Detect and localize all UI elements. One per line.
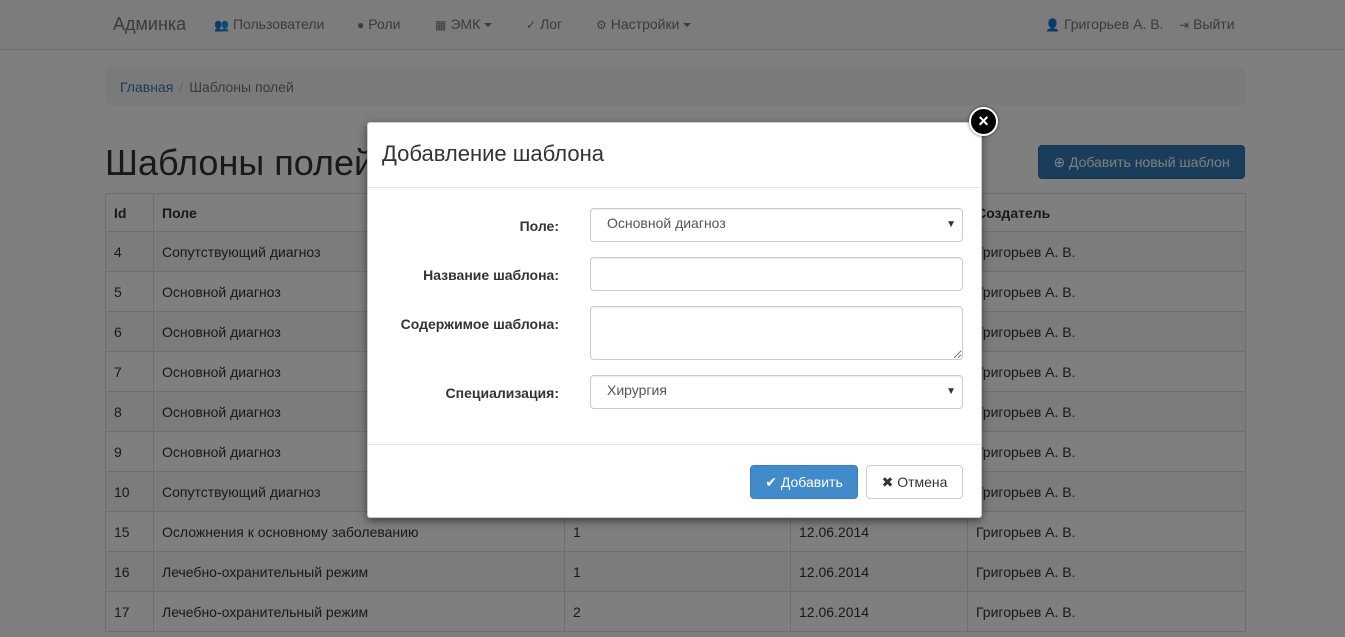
content-label: Содержимое шаблона: <box>400 316 559 332</box>
cancel-button[interactable]: ✖ Отмена <box>866 465 963 499</box>
field-select-value: Основной диагноз <box>607 215 726 231</box>
template-name-input[interactable] <box>590 257 963 291</box>
specialization-select-value: Хирургия <box>607 382 667 398</box>
dropdown-arrow-icon: ▼ <box>946 386 956 397</box>
field-select[interactable]: Основной диагноз ▼ <box>590 208 963 242</box>
modal-close-icon[interactable]: × <box>969 107 998 136</box>
specialization-select[interactable]: Хирургия ▼ <box>590 375 963 409</box>
modal-title: Добавление шаблона <box>382 141 604 166</box>
name-label: Название шаблона: <box>423 267 559 283</box>
modal-header: Добавление шаблона <box>368 123 981 188</box>
add-button[interactable]: ✔ Добавить <box>750 465 858 499</box>
close-icon: ✖ <box>881 473 894 490</box>
check-icon: ✔ <box>765 473 777 490</box>
modal-footer: ✔ Добавить ✖ Отмена <box>368 444 981 518</box>
cancel-button-label: Отмена <box>897 473 948 490</box>
spec-label: Специализация: <box>445 385 559 401</box>
add-button-label: Добавить <box>780 473 843 490</box>
field-label: Поле: <box>519 218 559 234</box>
add-template-modal: Добавление шаблона Поле: Основной диагно… <box>367 122 982 518</box>
dropdown-arrow-icon: ▼ <box>946 219 956 230</box>
template-content-textarea[interactable] <box>590 306 963 360</box>
